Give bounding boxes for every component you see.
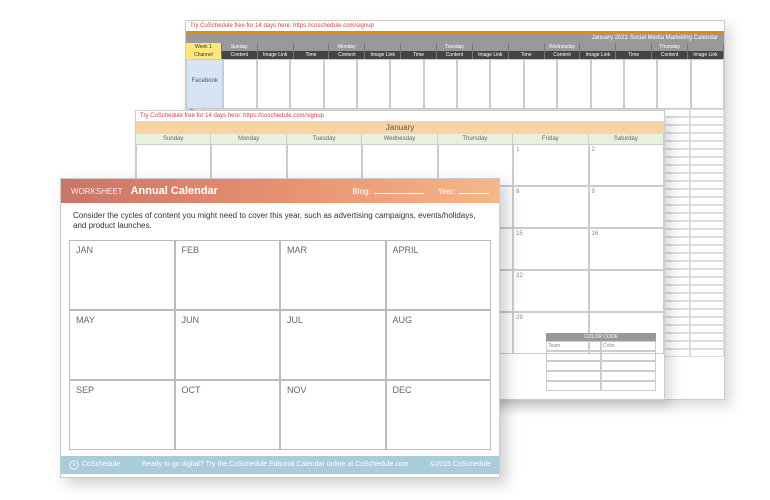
month-cell[interactable]: MAY: [69, 310, 175, 380]
month-title: January: [136, 121, 664, 134]
day-header: Thursday: [652, 43, 688, 51]
month-cell[interactable]: APRIL: [386, 240, 492, 310]
weekday: Saturday: [589, 134, 664, 144]
brand-logo: CoSchedule: [69, 460, 120, 470]
month-cell[interactable]: NOV: [280, 380, 386, 450]
months-grid: JANFEBMARAPRIL MAYJUNJULAUG SEPOCTNOVDEC: [69, 240, 491, 450]
month-cell[interactable]: OCT: [175, 380, 281, 450]
month-cell[interactable]: AUG: [386, 310, 492, 380]
instructions-text: Consider the cycles of content you might…: [61, 203, 499, 240]
month-cell[interactable]: FEB: [175, 240, 281, 310]
month-cell[interactable]: JAN: [69, 240, 175, 310]
day-cell[interactable]: 8: [513, 186, 588, 228]
month-cell[interactable]: JUL: [280, 310, 386, 380]
weekday: Friday: [513, 134, 588, 144]
day-cell[interactable]: 16: [589, 228, 664, 270]
day-cell[interactable]: [589, 270, 664, 312]
month-cell[interactable]: DEC: [386, 380, 492, 450]
footer-copyright: ©2015 CoSchedule: [430, 461, 491, 468]
weekday: Monday: [211, 134, 286, 144]
day-cell[interactable]: 15: [513, 228, 588, 270]
spreadsheet-title: January 2021 Social Media Marketing Cale…: [186, 33, 724, 43]
color-code-legend: COLOR CODE TeamColor: [546, 333, 656, 391]
promo-link[interactable]: Try CoSchedule free for 14 days here: ht…: [186, 21, 724, 33]
day-cell[interactable]: 9: [589, 186, 664, 228]
worksheet-badge: WORKSHEET: [71, 187, 123, 196]
weekday: Tuesday: [287, 134, 362, 144]
weekday: Sunday: [136, 134, 211, 144]
day-cell[interactable]: 22: [513, 270, 588, 312]
colorcode-title: COLOR CODE: [546, 333, 656, 341]
month-cell[interactable]: MAR: [280, 240, 386, 310]
day-header-row: Week 1 Sunday Monday Tuesday Wednesday T…: [186, 43, 724, 51]
day-header: Tuesday: [437, 43, 473, 51]
promo-link[interactable]: Try CoSchedule free for 14 days here: ht…: [136, 111, 664, 121]
annual-calendar-worksheet: WORKSHEET Annual Calendar Blog: Year: Co…: [60, 178, 500, 478]
channel-header: Channel: [186, 51, 222, 59]
weekday: Thursday: [438, 134, 513, 144]
month-cell[interactable]: SEP: [69, 380, 175, 450]
day-cell[interactable]: 2: [589, 144, 664, 186]
channel-cell: Facebook: [186, 59, 223, 109]
channel-row: Facebook: [186, 59, 724, 109]
day-header: Monday: [329, 43, 365, 51]
worksheet-footer: CoSchedule Ready to go digital? Try the …: [61, 456, 499, 474]
year-field[interactable]: Year:: [438, 187, 489, 196]
worksheet-header: WORKSHEET Annual Calendar Blog: Year:: [61, 179, 499, 203]
page-title: Annual Calendar: [131, 185, 339, 197]
week-label: Week 1: [186, 43, 222, 51]
footer-cta: Ready to go digital? Try the CoSchedule …: [142, 461, 409, 468]
coschedule-icon: [69, 460, 79, 470]
blog-field[interactable]: Blog:: [352, 187, 423, 196]
column-header-row: Channel ContentImage LinkTime ContentIma…: [186, 51, 724, 59]
month-cell[interactable]: JUN: [175, 310, 281, 380]
day-cell[interactable]: 1: [513, 144, 588, 186]
day-header: Sunday: [222, 43, 258, 51]
weekday: Wednesday: [362, 134, 437, 144]
weekday-header: Sunday Monday Tuesday Wednesday Thursday…: [136, 134, 664, 144]
day-header: Wednesday: [545, 43, 581, 51]
